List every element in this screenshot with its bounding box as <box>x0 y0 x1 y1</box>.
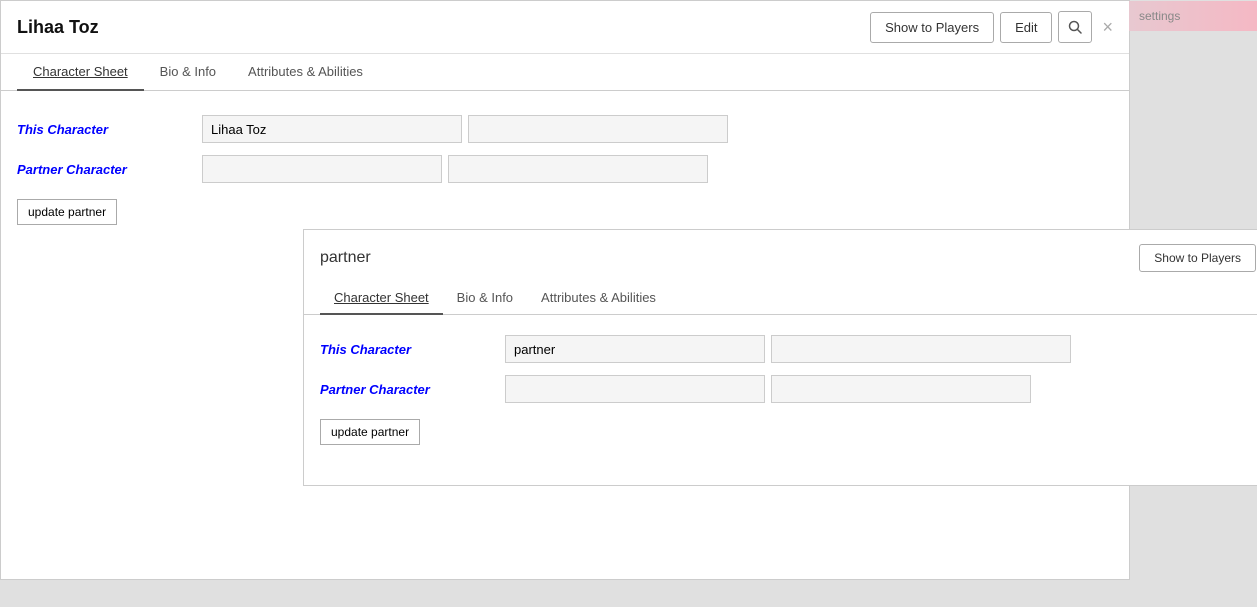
partner-tab-bio-info[interactable]: Bio & Info <box>443 282 527 315</box>
tab-bio-info[interactable]: Bio & Info <box>144 54 232 91</box>
this-character-label: This Character <box>17 122 202 137</box>
partner-character-label: Partner Character <box>17 162 202 177</box>
partner-tab-character-sheet[interactable]: Character Sheet <box>320 282 443 315</box>
partner-this-character-input[interactable] <box>505 335 765 363</box>
partner-title: partner <box>320 249 371 267</box>
page-title: Lihaa Toz <box>17 17 99 38</box>
partner-this-character-row: This Character <box>320 335 1256 363</box>
close-button[interactable]: × <box>1102 17 1113 38</box>
partner-content: This Character Partner Character update … <box>304 315 1257 465</box>
this-character-input[interactable] <box>202 115 462 143</box>
header-actions: Show to Players Edit × <box>870 11 1113 43</box>
this-character-row: This Character <box>17 115 1113 143</box>
main-panel: settings Lihaa Toz Show to Players Edit … <box>0 0 1130 580</box>
partner-character-row: Partner Character <box>17 155 1113 183</box>
show-to-players-button[interactable]: Show to Players <box>870 12 994 43</box>
partner-show-to-players-button[interactable]: Show to Players <box>1139 244 1256 272</box>
partner-update-partner-button[interactable]: update partner <box>320 419 420 445</box>
this-character-secondary-input[interactable] <box>468 115 728 143</box>
settings-strip: settings <box>1129 1 1257 31</box>
partner-partner-character-row: Partner Character <box>320 375 1256 403</box>
partner-partner-character-input2[interactable] <box>771 375 1031 403</box>
page: settings Lihaa Toz Show to Players Edit … <box>0 0 1257 607</box>
header: Lihaa Toz Show to Players Edit × <box>1 1 1129 54</box>
update-partner-button[interactable]: update partner <box>17 199 117 225</box>
tab-character-sheet[interactable]: Character Sheet <box>17 54 144 91</box>
partner-header: partner Show to Players <box>304 230 1257 282</box>
partner-partner-character-label: Partner Character <box>320 382 505 397</box>
main-tabs: Character Sheet Bio & Info Attributes & … <box>1 54 1129 91</box>
partner-partner-character-input1[interactable] <box>505 375 765 403</box>
partner-character-input1[interactable] <box>202 155 442 183</box>
partner-this-character-label: This Character <box>320 342 505 357</box>
partner-panel: partner Show to Players Character Sheet … <box>303 229 1257 486</box>
content-area: This Character Partner Character update … <box>1 91 1129 510</box>
partner-this-character-secondary-input[interactable] <box>771 335 1071 363</box>
search-icon <box>1068 20 1082 34</box>
partner-character-input2[interactable] <box>448 155 708 183</box>
partner-tabs: Character Sheet Bio & Info Attributes & … <box>304 282 1257 315</box>
search-button[interactable] <box>1058 11 1092 43</box>
edit-button[interactable]: Edit <box>1000 12 1052 43</box>
partner-tab-attributes-abilities[interactable]: Attributes & Abilities <box>527 282 670 315</box>
settings-text: settings <box>1139 9 1180 23</box>
tab-attributes-abilities[interactable]: Attributes & Abilities <box>232 54 379 91</box>
